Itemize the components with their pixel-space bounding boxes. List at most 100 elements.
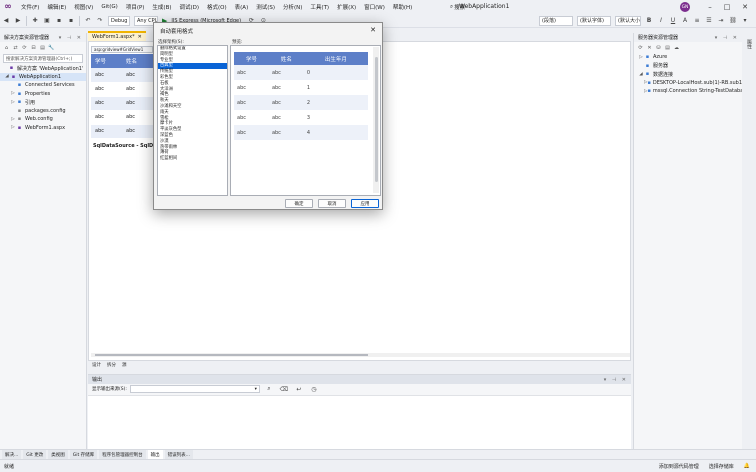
open-folder-icon[interactable]: ▣	[42, 16, 52, 26]
gridview-control[interactable]: 学号 姓名 abc abc abc abc abc abc abc abc abc abc	[91, 54, 153, 139]
connect-azure-icon[interactable]: ☁	[673, 44, 680, 51]
indent-icon[interactable]: ⇥	[716, 16, 726, 26]
properties-icon[interactable]: 🔧	[48, 44, 55, 51]
notifications-icon[interactable]: 🔔	[744, 463, 750, 470]
tree-item[interactable]: ▪ packages.config	[0, 107, 86, 116]
home-icon[interactable]: ⌂	[3, 44, 10, 51]
link-icon[interactable]: ⛓	[728, 16, 738, 26]
menu-item[interactable]: 文件(F)	[17, 3, 43, 11]
menu-item[interactable]: 编辑(E)	[43, 3, 70, 11]
menu-item[interactable]: 项目(P)	[122, 3, 149, 11]
font-name-dropdown[interactable]: (默认字体)	[577, 15, 611, 26]
menu-item[interactable]: 视图(V)	[70, 3, 97, 11]
menu-item[interactable]: 工具(T)	[306, 3, 333, 11]
tree-item[interactable]: ▷ ▪ Azure	[634, 53, 742, 62]
save-all-icon[interactable]: ▪	[66, 16, 76, 26]
tab-design[interactable]: 设计	[92, 362, 101, 368]
refresh-icon[interactable]: ⟳	[21, 44, 28, 51]
new-item-icon[interactable]: ✚	[30, 16, 40, 26]
preview-scrollbar[interactable]	[373, 47, 379, 193]
menu-item[interactable]: 测试(S)	[252, 3, 279, 11]
ok-button[interactable]: 确定	[285, 199, 313, 208]
tab-split[interactable]: 拆分	[107, 362, 116, 368]
horizontal-scrollbar[interactable]	[91, 353, 630, 357]
forward-icon[interactable]: ▶	[13, 16, 23, 26]
properties-side-tab[interactable]: 属性	[744, 33, 756, 449]
tab-webform1-aspx[interactable]: WebForm1.aspx* ✕	[88, 31, 146, 41]
scheme-listbox[interactable]: 删除格式设置 简明型 专业型 古典型 传统型 彩色型 石板 大洋洲 褐色 秋天 沙滩和天空 雨天 雪松摩…	[157, 45, 228, 196]
menu-item[interactable]: 帮助(H)	[389, 3, 416, 11]
tab-source[interactable]: 源	[122, 362, 127, 368]
tool-window-tab[interactable]: 错误列表...	[164, 450, 193, 459]
collapse-all-icon[interactable]: ⊟	[30, 44, 37, 51]
tree-item[interactable]: ▷ ▪ 引用	[0, 98, 86, 107]
close-tab-icon[interactable]: ✕	[138, 34, 142, 40]
output-source-dropdown[interactable]: ▾	[129, 385, 260, 393]
tool-window-tab[interactable]: Git 存储库	[69, 450, 98, 459]
italic-icon[interactable]: I	[656, 16, 666, 26]
tree-item[interactable]: ▷ ▪ DESKTOP-LocalHost.sub(1)-RB.sub1	[634, 79, 742, 88]
menu-item[interactable]: 生成(B)	[148, 3, 175, 11]
show-all-files-icon[interactable]: ▤	[39, 44, 46, 51]
menu-item[interactable]: 扩展(X)	[333, 3, 360, 11]
align-icon[interactable]: ≡	[692, 16, 702, 26]
maximize-button[interactable]: □	[719, 1, 735, 13]
font-size-dropdown[interactable]: (默认大小)	[615, 15, 641, 26]
menu-item[interactable]: 窗口(W)	[360, 3, 389, 11]
scrollbar-thumb[interactable]	[374, 57, 378, 182]
clear-all-icon[interactable]: ⌫	[279, 384, 289, 394]
select-repository-button[interactable]: 选择存储库	[709, 463, 734, 470]
tree-item[interactable]: ▷ ▪ WebForm1.aspx	[0, 124, 86, 133]
menu-item[interactable]: 分析(N)	[279, 3, 306, 11]
stop-icon[interactable]: ✕	[646, 44, 653, 51]
close-window-button[interactable]: ✕	[737, 1, 753, 13]
tree-item[interactable]: ▷ ▪ Web.config	[0, 115, 86, 124]
user-avatar[interactable]: GN	[680, 2, 690, 12]
connect-server-icon[interactable]: ▤	[664, 44, 671, 51]
find-icon[interactable]: ⌕	[264, 384, 274, 394]
underline-icon[interactable]: U	[668, 16, 678, 26]
tool-window-tab[interactable]: 输出	[147, 450, 163, 459]
scrollbar-thumb[interactable]	[95, 354, 368, 356]
tree-item[interactable]: ▷ ▪ mssql.Connection String-TestDatabase	[634, 87, 742, 96]
output-text-area[interactable]	[88, 395, 631, 450]
tree-item[interactable]: ◢ ▪ 数据连接	[634, 70, 742, 79]
menu-item[interactable]: 表(A)	[231, 3, 253, 11]
menu-item[interactable]: 格式(O)	[203, 3, 231, 11]
minimize-button[interactable]: –	[702, 1, 718, 13]
tree-item[interactable]: ▪ 服务器	[634, 62, 742, 71]
dialog-close-icon[interactable]: ✕	[368, 25, 378, 35]
block-format-dropdown[interactable]: (段落)	[539, 15, 573, 26]
tool-window-tab[interactable]: 类视图	[48, 450, 68, 459]
undo-icon[interactable]: ↶	[83, 16, 93, 26]
watch-icon[interactable]: ◷	[309, 384, 319, 394]
bold-icon[interactable]: B	[644, 16, 654, 26]
cancel-button[interactable]: 取消	[318, 199, 346, 208]
tool-window-tab[interactable]: 程序包管理器控制台	[99, 450, 146, 459]
word-wrap-icon[interactable]: ↩	[294, 384, 304, 394]
solution-search-input[interactable]: 搜索解决方案资源管理器(Ctrl+;)	[3, 54, 83, 63]
pane-controls-icon[interactable]: ▾ ⊣ ✕	[59, 35, 83, 41]
pane-controls-icon[interactable]: ▾ ⊣ ✕	[604, 377, 628, 383]
tree-item[interactable]: ▪ Connected Services	[0, 81, 86, 90]
configuration-dropdown[interactable]: Debug	[108, 15, 130, 26]
redo-icon[interactable]: ↷	[95, 16, 105, 26]
connect-database-icon[interactable]: ⛁	[655, 44, 662, 51]
font-color-icon[interactable]: A	[680, 16, 690, 26]
tool-window-tab[interactable]: Git 更改	[23, 450, 47, 459]
tree-item[interactable]: ◢ ▪ WebApplication1	[0, 72, 86, 81]
toolbar-overflow-icon[interactable]: ▾	[740, 16, 750, 26]
apply-button[interactable]: 应用	[351, 199, 379, 208]
pane-controls-icon[interactable]: ▾ ⊣ ✕	[715, 35, 739, 41]
tree-item[interactable]: ▷ ▪ Properties	[0, 90, 86, 99]
menu-item[interactable]: 调试(D)	[176, 3, 204, 11]
add-to-source-control-button[interactable]: 添加到源代码管理	[659, 463, 699, 470]
save-icon[interactable]: ▪	[54, 16, 64, 26]
back-icon[interactable]: ◀	[1, 16, 11, 26]
scheme-option[interactable]: 红蓝相间	[158, 156, 227, 162]
refresh-icon[interactable]: ⟳	[637, 44, 644, 51]
tool-window-tab[interactable]: 解决...	[2, 450, 22, 459]
tree-item[interactable]: ▪ 解决方案 'WebApplication1'	[0, 64, 86, 73]
sync-icon[interactable]: ⇄	[12, 44, 19, 51]
list-icon[interactable]: ☰	[704, 16, 714, 26]
